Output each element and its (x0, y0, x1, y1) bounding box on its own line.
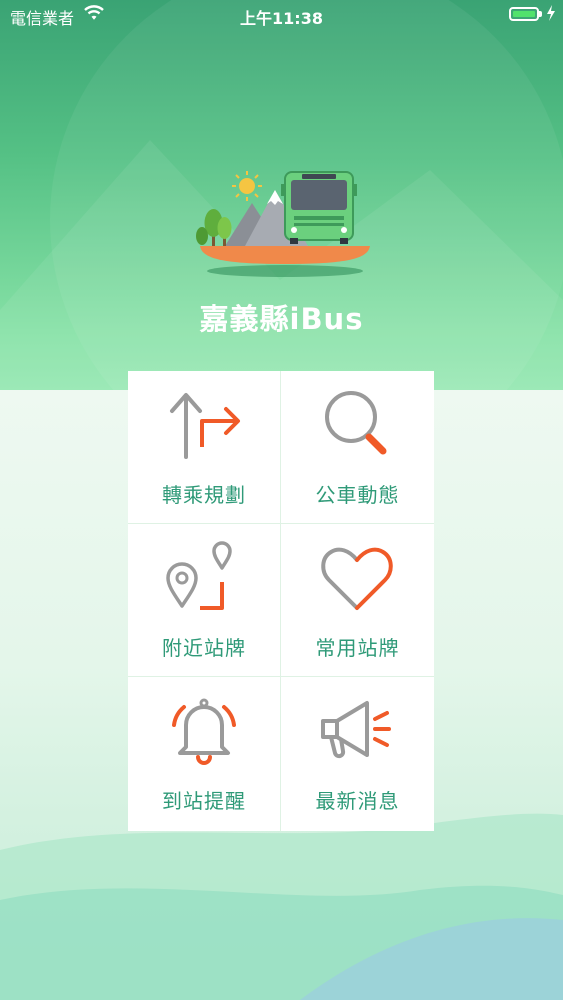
charging-bolt-icon (546, 5, 556, 25)
menu-tile-favorite-stops[interactable]: 常用站牌 (281, 524, 434, 677)
menu-tile-nearby-stops[interactable]: 附近站牌 (128, 524, 281, 677)
menu-label: 公車動態 (315, 483, 400, 507)
nearby-stops-pin-icon (166, 541, 232, 610)
bell-alert-icon (172, 698, 236, 765)
menu-label: 最新消息 (315, 789, 400, 813)
main-menu-grid: 轉乘規劃 公車動態 附近站牌 常用站牌 到站提醒 最新消息 (128, 371, 434, 831)
app-title: 嘉義縣iBus (199, 302, 364, 336)
menu-label: 附近站牌 (162, 636, 246, 660)
battery-tip (539, 11, 542, 17)
status-bar: 電信業者 上午11:38 (0, 0, 563, 30)
search-magnifier-icon (325, 391, 387, 455)
megaphone-news-icon (321, 701, 391, 759)
menu-label: 到站提醒 (162, 789, 246, 813)
battery-icon (509, 7, 539, 21)
bus-mountain-illustration (190, 168, 370, 282)
menu-label: 轉乘規劃 (162, 483, 246, 507)
menu-tile-arrival-alert[interactable]: 到站提醒 (128, 677, 281, 831)
menu-tile-bus-status[interactable]: 公車動態 (281, 371, 434, 524)
transfer-route-icon (170, 393, 240, 459)
menu-tile-latest-news[interactable]: 最新消息 (281, 677, 434, 831)
menu-tile-transfer-planning[interactable]: 轉乘規劃 (128, 371, 281, 524)
status-time: 上午11:38 (240, 9, 323, 28)
heart-favorite-icon (321, 547, 393, 610)
menu-label: 常用站牌 (315, 636, 400, 660)
